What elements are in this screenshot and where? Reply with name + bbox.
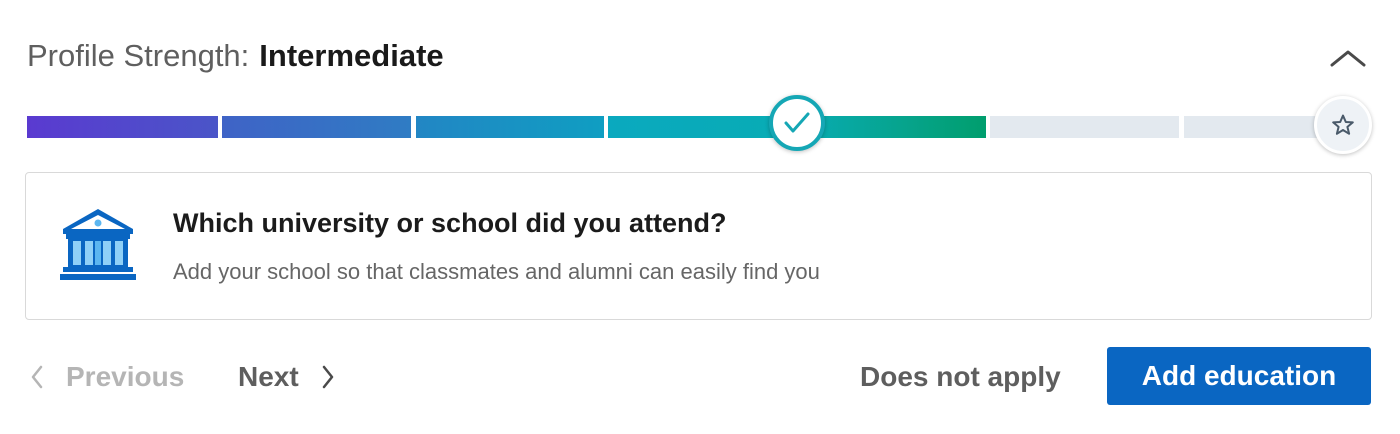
university-building-icon [60, 209, 136, 280]
star-icon [1332, 114, 1354, 135]
profile-strength-level: Intermediate [259, 38, 444, 73]
card-title: Which university or school did you atten… [173, 208, 727, 238]
current-level-marker [769, 95, 825, 151]
profile-strength-meter [27, 116, 1345, 138]
meter-segment-filled [416, 116, 604, 138]
chevron-up-icon [1330, 50, 1366, 67]
education-suggestion-card: Which university or school did you atten… [25, 172, 1372, 320]
chevron-left-icon [30, 364, 44, 390]
next-label: Next [238, 361, 299, 392]
previous-button[interactable]: Previous [30, 356, 184, 398]
meter-segment-filled [222, 116, 411, 138]
all-star-goal-marker [1314, 96, 1372, 154]
previous-label: Previous [66, 361, 185, 392]
meter-segment-filled [27, 116, 218, 138]
checkmark-icon [784, 112, 810, 133]
meter-segment-empty [990, 116, 1179, 138]
does-not-apply-button[interactable]: Does not apply [860, 356, 1061, 398]
collapse-button[interactable] [1326, 38, 1370, 78]
chevron-right-icon [321, 364, 335, 390]
card-subtitle: Add your school so that classmates and a… [173, 259, 820, 284]
profile-strength-label: Profile Strength: [27, 38, 250, 73]
add-education-button[interactable]: Add education [1107, 347, 1371, 405]
next-button[interactable]: Next [238, 356, 335, 398]
profile-strength-header: Profile Strength: Intermediate [27, 34, 444, 78]
